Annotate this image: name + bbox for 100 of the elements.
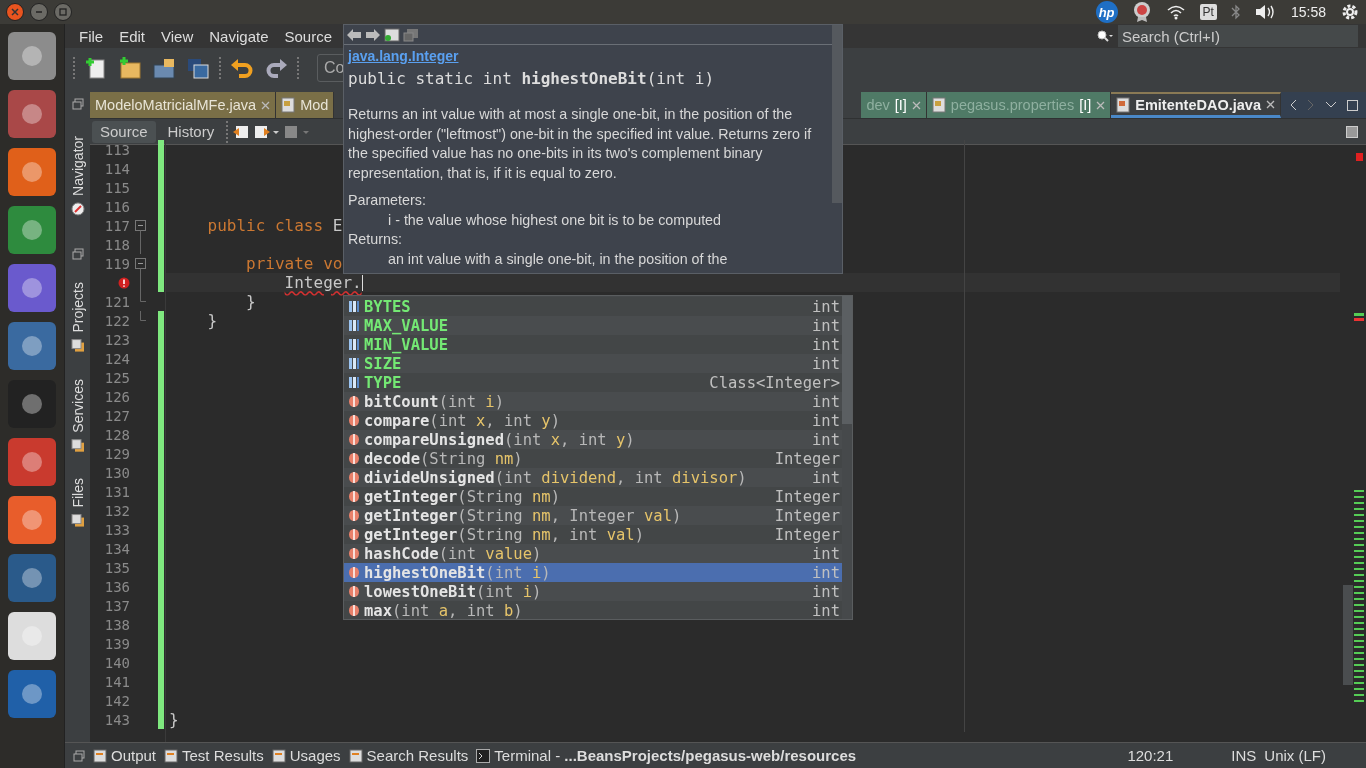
launcher-icon[interactable]	[8, 32, 56, 80]
launcher-icon[interactable]	[8, 206, 56, 254]
line-number: 128	[104, 426, 130, 443]
method-icon	[348, 471, 360, 484]
launcher-icon[interactable]	[8, 322, 56, 370]
editor-tab[interactable]: dev [I]	[861, 92, 927, 118]
method-icon	[348, 414, 360, 427]
new-project-button[interactable]	[117, 55, 143, 81]
close-icon[interactable]	[1266, 100, 1275, 109]
completion-item[interactable]: TYPE Class<Integer>	[344, 373, 842, 392]
forward-icon[interactable]	[254, 123, 281, 140]
compass-icon	[70, 201, 85, 216]
forward-arrow-icon[interactable]	[365, 27, 381, 42]
completion-item[interactable]: getInteger(String nm) Integer	[344, 487, 842, 506]
line-number: 141	[104, 673, 130, 690]
wifi-icon[interactable]	[1165, 4, 1186, 20]
launcher-icon[interactable]	[8, 554, 56, 602]
menu-item[interactable]: Navigate	[201, 27, 277, 45]
panel-icon	[70, 338, 85, 353]
launcher-icon[interactable]	[8, 90, 56, 138]
editor-tab[interactable]: ModeloMatricialMFe.java	[90, 92, 277, 118]
scrollbar-thumb[interactable]	[842, 296, 852, 424]
completion-item[interactable]: highestOneBit(int i) int	[344, 563, 842, 582]
launcher-icon[interactable]	[8, 380, 56, 428]
menu-item[interactable]: Source	[276, 27, 340, 45]
launcher-icon[interactable]	[8, 148, 56, 196]
window-icon[interactable]	[73, 749, 85, 762]
browser-icon[interactable]	[384, 27, 400, 42]
tray-logo[interactable]: hp	[1095, 1, 1118, 23]
output-tab[interactable]: Test Results	[164, 747, 264, 764]
cursor-position: 120:21	[1127, 747, 1174, 764]
method-icon	[348, 528, 360, 541]
launcher-icon[interactable]	[8, 438, 56, 486]
close-icon	[11, 8, 19, 16]
editor-tab[interactable]: EmitenteDAO.java	[1111, 92, 1281, 118]
scroll-left-icon[interactable]	[1289, 99, 1297, 111]
completion-item[interactable]: compare(int x, int y) int	[344, 411, 842, 430]
editor-tab[interactable]: pegasus.properties [I]	[926, 92, 1112, 118]
panel-icon	[70, 513, 85, 528]
launcher-icon[interactable]	[8, 264, 56, 312]
field-icon	[348, 319, 360, 332]
line-number: 142	[104, 692, 130, 709]
dropdown-icon[interactable]	[1325, 101, 1337, 109]
editor-tab[interactable]: Mod	[276, 92, 335, 118]
search-field[interactable]: Search (Ctrl+I)	[1118, 25, 1358, 47]
completion-item[interactable]: max(int a, int b) int	[344, 601, 842, 619]
back-arrow-icon[interactable]	[346, 27, 362, 42]
completion-item[interactable]: BYTES int	[344, 297, 842, 316]
launcher-icon[interactable]	[8, 670, 56, 718]
badge-icon[interactable]	[1131, 1, 1152, 23]
returns-description: an int value with a single one-bit, in the position of the	[387, 249, 729, 269]
close-icon[interactable]	[1096, 100, 1106, 110]
close-icon[interactable]	[261, 100, 271, 110]
terminal-tab[interactable]: Terminal - ...BeansProjects/pegasus-web/resources	[476, 747, 857, 764]
field-icon	[348, 357, 360, 370]
side-tab[interactable]: Files	[69, 474, 86, 532]
line-number: 136	[104, 578, 130, 595]
launcher-icon[interactable]	[8, 496, 56, 544]
window-icon[interactable]	[71, 247, 84, 260]
search-icon[interactable]	[1096, 29, 1114, 43]
view-tab[interactable]: Source	[92, 120, 156, 143]
line-number: 135	[104, 559, 130, 576]
line-number: 118	[104, 236, 130, 253]
close-button[interactable]	[6, 3, 24, 21]
line-number: 115	[104, 179, 130, 196]
error-icon[interactable]	[118, 276, 130, 289]
side-tab[interactable]: Projects	[69, 277, 86, 357]
insert-mode: INS	[1231, 747, 1257, 764]
completion-item[interactable]: getInteger(String nm, int val) Integer	[344, 525, 842, 544]
output-tab[interactable]: Usages	[271, 747, 341, 764]
menu-item[interactable]: File	[71, 27, 112, 45]
file-icon	[1116, 96, 1131, 113]
gear-icon[interactable]	[1340, 2, 1360, 22]
toggle-icon[interactable]	[284, 123, 311, 140]
window-icon[interactable]	[71, 98, 84, 110]
completion-item[interactable]: MIN_VALUE int	[344, 335, 842, 354]
bluetooth-icon[interactable]	[1230, 4, 1241, 20]
volume-icon[interactable]	[1254, 4, 1277, 20]
output-tab[interactable]: Search Results	[348, 747, 469, 764]
maximize-icon[interactable]	[1347, 99, 1358, 111]
view-tab[interactable]: History	[159, 120, 223, 143]
side-tab[interactable]: Navigator	[69, 132, 86, 220]
keyboard-layout-indicator[interactable]: Pt	[1199, 4, 1217, 20]
maximize-button[interactable]	[54, 3, 72, 21]
scrollbar-thumb[interactable]	[832, 25, 842, 203]
output-tab[interactable]: Output	[93, 747, 157, 764]
line-number: 138	[104, 616, 130, 633]
back-icon[interactable]	[232, 123, 251, 140]
scroll-right-icon[interactable]	[1307, 99, 1315, 111]
grid-icon[interactable]	[1346, 125, 1358, 138]
clock[interactable]: 15:58	[1290, 4, 1326, 20]
side-tab[interactable]: Services	[69, 374, 86, 457]
line-number: 121	[104, 293, 130, 310]
parameter-description: i - the value whose highest one bit is to be computed	[387, 210, 722, 230]
line-number: 137	[104, 597, 130, 614]
menu-item[interactable]: Edit	[111, 27, 154, 45]
completion-item[interactable]: decode(String nm) Integer	[344, 449, 842, 468]
menu-item[interactable]: View	[153, 27, 202, 45]
minimize-button[interactable]	[30, 3, 48, 21]
close-icon[interactable]	[911, 100, 921, 110]
